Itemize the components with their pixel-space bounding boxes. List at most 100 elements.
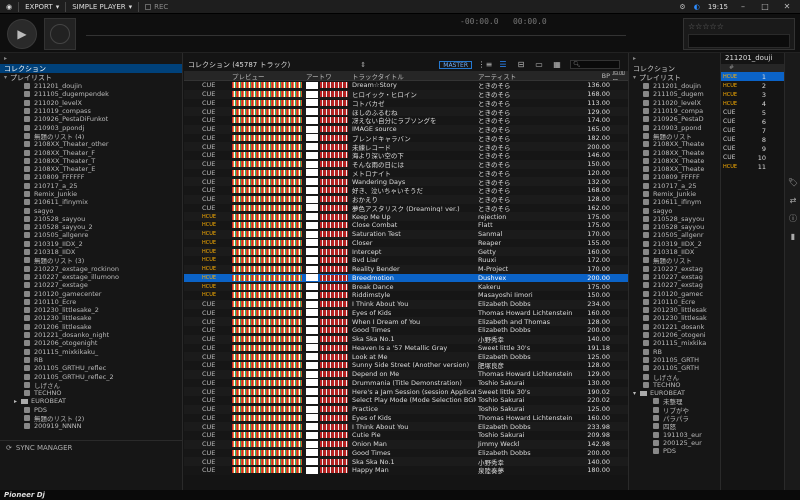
right-playlist-item[interactable]: 201230_littlesak (629, 314, 720, 322)
table-row[interactable]: CUE Eyes of Kids Thomas Howard Lichtenstei… (184, 413, 628, 423)
mix-point-icon[interactable]: ⇄ (785, 191, 800, 209)
table-row[interactable]: HCUE Reality Bender M-Project 170.00 (184, 264, 628, 274)
right-playlist-item[interactable]: 210717_a_25 (629, 182, 720, 190)
right-playlist-item[interactable]: 211105_dugem (629, 90, 720, 98)
right-playlist-item[interactable]: 2108XX_Theate (629, 148, 720, 157)
player-mode-button[interactable]: SIMPLE PLAYER ▾ (66, 3, 138, 11)
col-preview-header[interactable]: プレビュー (230, 71, 304, 81)
sidebar-playlist-item[interactable]: 210120_gamecenter (0, 289, 182, 298)
right-playlist-subitem[interactable]: PDS (629, 447, 720, 455)
sidebar-playlist-item[interactable]: Remix_Junkie (0, 190, 182, 198)
online-icon[interactable]: ◐ (694, 3, 700, 11)
preview-waveform[interactable] (230, 405, 304, 414)
preview-waveform[interactable] (230, 221, 304, 230)
maximize-icon[interactable]: □ (758, 1, 772, 13)
right-playlist-item[interactable]: 201206_otogeni (629, 331, 720, 339)
table-row[interactable]: CUE Select Play Mode (Mode Selection BGM)… (184, 396, 628, 405)
right-playlist-item[interactable]: 201115_mixkika (629, 339, 720, 347)
rating-stars[interactable]: ☆☆☆☆☆ (688, 22, 790, 31)
sub-browser-toggle[interactable]: ▸ (629, 53, 720, 64)
sidebar-playlist-item[interactable]: 201221_dosanko_night (0, 331, 182, 339)
preview-waveform[interactable] (230, 396, 304, 405)
sidebar-playlist-item[interactable]: RB (0, 356, 182, 364)
table-row[interactable]: CUE Eyes of Kids Thomas Howard Lichtenstei… (184, 308, 628, 318)
preview-waveform[interactable] (230, 142, 304, 151)
right-playlist-item[interactable]: 210227_exstag (629, 273, 720, 281)
preview-waveform[interactable] (230, 160, 304, 169)
waveform-track[interactable] (86, 35, 626, 36)
sidebar-playlist-item[interactable]: 210717_a_25 (0, 182, 182, 190)
sidebar-playlist-item[interactable]: 211201_doujin (0, 82, 182, 90)
right-playlist-item[interactable]: 211020_levelX (629, 99, 720, 107)
split-view-icon[interactable]: ▭ (532, 60, 546, 70)
preview-waveform[interactable] (230, 116, 304, 125)
right-playlist-item[interactable]: 210110_Ecre (629, 298, 720, 306)
table-row[interactable]: CUE 海より深い空の下 ときのそら 146.00 (184, 151, 628, 160)
preview-waveform[interactable] (230, 361, 304, 370)
sidebar-playlist-item[interactable]: TECHNO (0, 389, 182, 397)
preview-waveform[interactable] (230, 274, 304, 283)
preview-waveform[interactable] (230, 300, 304, 309)
right-playlist-item[interactable]: ▾ EUROBEAT (629, 389, 720, 397)
expand-arrow-icon[interactable]: ▾ (633, 390, 636, 397)
sidebar-playlist-item[interactable]: 210528_sayyou_2 (0, 223, 182, 231)
preview-waveform[interactable] (230, 247, 304, 256)
app-menu-button[interactable]: ◉ (0, 3, 18, 11)
sidebar-playlist-item[interactable]: 210505_allgenre (0, 231, 182, 239)
right-playlist-item[interactable]: 201230_littlesak (629, 306, 720, 314)
sidebar-playlist-item[interactable]: 210809_FFFFFF (0, 173, 182, 181)
right-playlist-item[interactable]: 211201_doujin (629, 82, 720, 90)
table-row[interactable]: HCUE Break Dance Kakeru 175.00 (184, 282, 628, 291)
right-playlist-item[interactable]: 201105_GRTH (629, 364, 720, 372)
table-row[interactable]: CUE Practice Toshio Sakurai 125.00 (184, 404, 628, 414)
right-playlist-item[interactable]: 211019_compa (629, 107, 720, 115)
columns-icon[interactable]: ⊟ (514, 60, 528, 70)
table-row[interactable]: CUE ブレンドキャラバン ときのそら 182.00 (184, 133, 628, 143)
table-row[interactable]: CUE おかえり ときのそら 128.00 (184, 194, 628, 204)
preview-waveform[interactable] (230, 99, 304, 108)
table-row[interactable]: CUE When I Dream of You Elizabeth and Thom… (184, 317, 628, 326)
sidebar-playlist-item[interactable]: 210110_Ecre (0, 298, 182, 306)
expand-arrow-icon[interactable]: ▸ (14, 398, 17, 405)
sidebar-playlist-item[interactable]: 2108XX_Theater_F (0, 148, 182, 157)
right-playlist-item[interactable]: 210120_gamec (629, 289, 720, 298)
sidebar-playlist-item[interactable]: 2108XX_Theater_E (0, 165, 182, 173)
table-row[interactable]: CUE Drummania (Title Demonstration) Toshio… (184, 378, 628, 388)
preview-waveform[interactable] (230, 422, 304, 431)
table-row[interactable]: HCUE Close Combat Flatt 175.00 (184, 221, 628, 230)
right-playlist-subitem[interactable]: リブがや (629, 406, 720, 414)
right-playlist-item[interactable]: 210505_allgenr (629, 231, 720, 239)
preview-waveform[interactable] (230, 265, 304, 274)
preview-waveform[interactable] (230, 177, 304, 186)
playlist-pane-row[interactable]: HCUE 11 (721, 162, 784, 171)
preview-waveform[interactable] (230, 352, 304, 361)
right-playlist-subitem[interactable]: 191103_eur (629, 430, 720, 439)
sidebar-playlist-item[interactable]: 210227_exstage_rockinon (0, 265, 182, 273)
table-row[interactable]: CUE Cutie Pie Toshio Sakurai 209.98 (184, 431, 628, 440)
preview-waveform[interactable] (230, 256, 304, 265)
right-playlist-item[interactable]: 210318_IIDX (629, 248, 720, 256)
table-row[interactable]: HCUE Breedmotion Dushvex 200.00 (184, 273, 628, 283)
preview-waveform[interactable] (230, 212, 304, 221)
table-row[interactable]: CUE ほしのふるむね ときのそら 129.00 (184, 107, 628, 116)
right-playlist-item[interactable]: 210528_sayyou (629, 215, 720, 223)
right-playlist-item[interactable]: 2108XX_Theate (629, 165, 720, 173)
preview-waveform[interactable] (230, 414, 304, 423)
minimize-icon[interactable]: – (736, 1, 750, 13)
right-playlist-subitem[interactable]: 200125_eur (629, 439, 720, 447)
preview-waveform[interactable] (230, 230, 304, 239)
sidebar-playlist-item[interactable]: 210318_IIDX (0, 248, 182, 256)
sidebar-playlist-item[interactable]: 201230_littlesake (0, 314, 182, 322)
table-row[interactable]: CUE Here's a Jam Session (session Applica… (184, 387, 628, 396)
preview-waveform[interactable] (230, 125, 304, 134)
table-row[interactable]: CUE Dream☆Story ときのそら 136.00 (184, 81, 628, 90)
preview-waveform[interactable] (230, 431, 304, 440)
preview-waveform[interactable] (230, 344, 304, 353)
playlist-pane-row[interactable]: HCUE 3 (721, 90, 784, 99)
preview-waveform[interactable] (230, 204, 304, 213)
table-row[interactable]: CUE 好き、泣いちゃいそうだ ときのそら 168.00 (184, 186, 628, 195)
table-row[interactable]: CUE Good Times Elizabeth Dobbs 200.00 (184, 326, 628, 335)
col-artwork-header[interactable]: アートワ (304, 71, 350, 81)
playlist-pane-row[interactable]: CUE 5 (721, 108, 784, 117)
preview-waveform[interactable] (230, 440, 304, 449)
